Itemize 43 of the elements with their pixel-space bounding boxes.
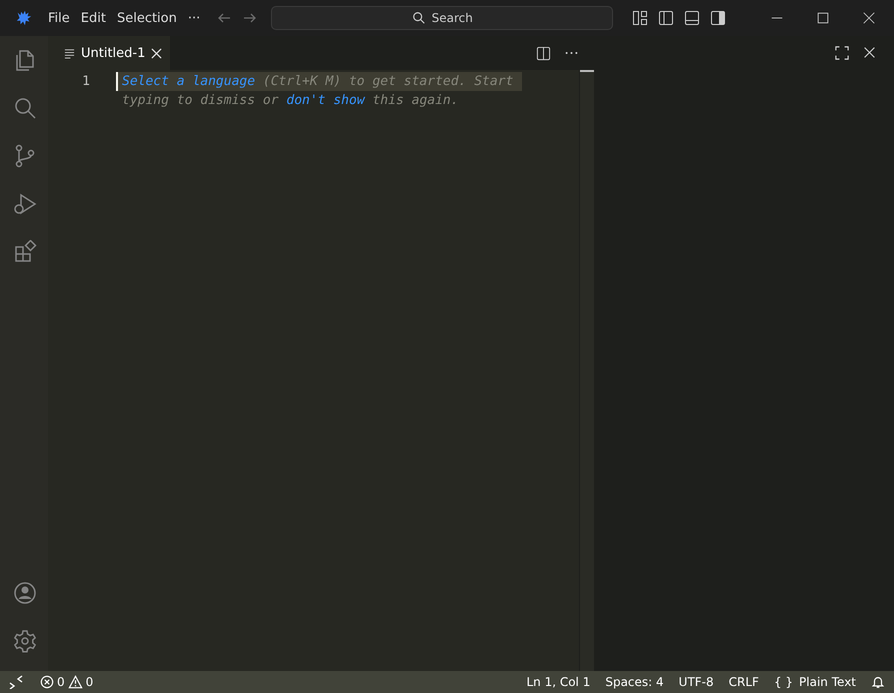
search-field[interactable]: Search <box>271 6 614 30</box>
more-actions-icon[interactable] <box>565 51 578 55</box>
text-lines-icon <box>64 48 75 58</box>
menu-item[interactable]: ··· <box>182 10 206 26</box>
account-icon[interactable] <box>13 581 37 605</box>
hint-text: Select a language (Ctrl+K M) to get started. Start <box>116 72 522 91</box>
language-mode[interactable]: Plain Text <box>799 675 856 689</box>
close-icon[interactable] <box>862 11 876 25</box>
warning-icon[interactable] <box>68 675 83 689</box>
status-item[interactable]: Ln 1, Col 1 <box>526 675 590 689</box>
search-icon <box>412 11 426 25</box>
warning-count[interactable]: 0 <box>86 675 94 689</box>
split-editor-icon[interactable] <box>536 46 551 60</box>
bell-icon[interactable] <box>871 675 885 689</box>
hint-text: typing to dismiss or don't show this again. <box>121 92 460 110</box>
close-icon[interactable] <box>151 48 162 58</box>
editor-tab[interactable]: Untitled-1 <box>48 36 170 70</box>
menu-item[interactable]: File <box>43 10 75 26</box>
status-item[interactable]: UTF-8 <box>678 675 714 689</box>
menu-item[interactable]: Selection <box>112 10 182 26</box>
panel-toggle-icon[interactable] <box>684 10 700 26</box>
hint-link[interactable]: don't show <box>286 93 365 108</box>
settings-icon[interactable] <box>13 629 37 653</box>
line-number: 1 <box>81 73 91 91</box>
remote-icon[interactable] <box>9 675 23 689</box>
app-logo-icon <box>15 9 33 27</box>
layout-icon[interactable] <box>632 10 648 26</box>
error-icon[interactable] <box>40 675 54 689</box>
maximize-icon[interactable] <box>816 11 830 25</box>
menu-item[interactable]: Edit <box>76 10 111 26</box>
search-icon[interactable] <box>13 96 37 120</box>
status-item[interactable]: Spaces: 4 <box>605 675 664 689</box>
run-debug-icon[interactable] <box>13 192 37 216</box>
braces-icon[interactable]: { } <box>774 675 794 689</box>
secondary-sidebar-toggle-icon[interactable] <box>710 10 726 26</box>
status-item[interactable]: CRLF <box>728 675 759 689</box>
extensions-icon[interactable] <box>13 240 37 264</box>
hint-link[interactable]: Select a language <box>122 74 256 89</box>
error-count[interactable]: 0 <box>57 675 65 689</box>
close-icon[interactable] <box>863 46 876 59</box>
maximize-panel-icon[interactable] <box>835 46 849 60</box>
source-control-icon[interactable] <box>13 144 37 168</box>
sidebar-toggle-icon[interactable] <box>658 10 674 26</box>
